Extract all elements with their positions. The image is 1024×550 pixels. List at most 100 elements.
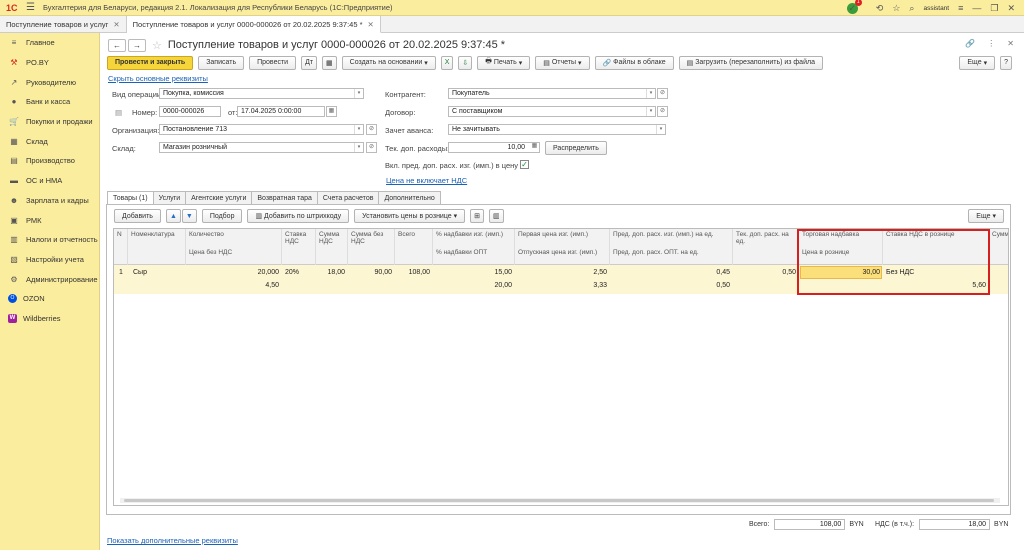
tab-services[interactable]: Услуги <box>152 191 187 204</box>
show-additional-link[interactable]: Показать дополнительные реквизиты <box>107 536 238 545</box>
chevron-down-icon[interactable]: ▾ <box>646 107 655 116</box>
org-field[interactable]: Постановление 713 ▾ <box>159 124 364 135</box>
create-based-on-button[interactable]: Создать на основании ▾ <box>341 55 436 70</box>
dt-kt-icon[interactable]: Дт <box>301 55 318 70</box>
reports-button[interactable]: ▤ Отчеты ▾ <box>535 55 590 70</box>
vat-mode-link[interactable]: Цена не включает НДС <box>386 176 467 185</box>
minimize-icon[interactable]: — <box>972 3 981 13</box>
sidebar-item-main[interactable]: ≡ Главное <box>0 33 99 53</box>
col-sum-truncated[interactable]: Сумм <box>989 229 1008 265</box>
move-up-icon[interactable]: ▲ <box>165 209 181 223</box>
cell-total[interactable]: 108,00 <box>395 267 433 279</box>
chevron-down-icon[interactable]: ▾ <box>354 125 363 134</box>
move-down-icon[interactable]: ▼ <box>181 209 197 223</box>
cell-prev-exp-opt[interactable]: 0,50 <box>610 280 733 292</box>
contract-field[interactable]: С поставщиком ▾ <box>448 106 656 117</box>
scrollbar-thumb[interactable] <box>124 499 994 502</box>
sidebar-item-poby[interactable]: ⚒ PO.BY <box>0 53 99 73</box>
sidebar-item-warehouse[interactable]: ▦ Склад <box>0 131 99 151</box>
col-total[interactable]: Всего <box>395 229 433 265</box>
contractor-field[interactable]: Покупатель ▾ <box>448 88 656 99</box>
cell-first-price[interactable]: 2,50 <box>515 267 610 279</box>
more-button[interactable]: Еще ▾ <box>959 55 996 70</box>
chevron-down-icon[interactable]: ▾ <box>656 125 665 134</box>
col-vat-rate[interactable]: Ставка НДС <box>282 229 316 265</box>
hide-requisites-link[interactable]: Скрыть основные реквизиты <box>108 74 208 83</box>
sidebar-item-rmk[interactable]: ▣ РМК <box>0 210 99 230</box>
date-field[interactable]: 17.04.2025 0:00:00 <box>237 106 325 117</box>
number-field[interactable]: 0000-000026 <box>159 106 221 117</box>
open-link-icon[interactable]: ⊘ <box>657 106 668 117</box>
cell-markup-mfr[interactable]: 15,00 <box>433 267 515 279</box>
close-tab-icon[interactable]: ✕ <box>113 20 119 29</box>
cell-qty[interactable]: 20,000 <box>186 267 282 279</box>
export-icon[interactable]: ⇩ <box>458 55 473 70</box>
add-by-barcode-button[interactable]: ▥ Добавить по штрихкоду <box>247 209 350 223</box>
open-link-icon[interactable]: ⊘ <box>366 124 377 135</box>
restore-icon[interactable]: ❐ <box>990 3 998 14</box>
favorites-icon[interactable]: ☆ <box>892 3 900 14</box>
col-release-price[interactable]: Отпускная цена изг. (имп.) <box>515 247 600 258</box>
sidebar-item-assets[interactable]: ▬ ОС и НМА <box>0 171 99 191</box>
menu-icon[interactable]: ☰ <box>26 2 35 13</box>
col-sum-no-vat[interactable]: Сумма без НДС <box>348 229 395 265</box>
cell-cur-exp[interactable]: 0,50 <box>733 267 799 279</box>
col-markup-opt[interactable]: % надбавки ОПТ <box>433 247 490 258</box>
select-button[interactable]: Подбор <box>201 209 243 223</box>
distribute-button[interactable]: Распределить <box>545 141 607 155</box>
tab-goods[interactable]: Товары (1) <box>107 191 154 204</box>
save-button[interactable]: Записать <box>198 55 245 70</box>
expenses-field[interactable]: 10,00 <box>448 142 540 153</box>
cell-item[interactable]: Сыр <box>130 267 150 279</box>
cell-prev-exp[interactable]: 0,45 <box>610 267 733 279</box>
favorite-star-icon[interactable]: ☆ <box>152 39 162 52</box>
sidebar-item-bank[interactable]: ● Банк и касса <box>0 92 99 112</box>
cloud-files-button[interactable]: 🔗 Файлы в облаке <box>594 55 674 70</box>
user-name[interactable]: assistant <box>923 5 949 12</box>
post-and-close-button[interactable]: Провести и закрыть <box>107 55 194 70</box>
barcode-icon[interactable]: ▥ <box>489 209 504 223</box>
print-button[interactable]: 🖶 Печать ▾ <box>477 55 531 70</box>
calendar-icon[interactable]: ▦ <box>326 106 337 117</box>
cell-sum-no-vat[interactable]: 90,00 <box>348 267 395 279</box>
cell-price[interactable]: 4,50 <box>186 280 282 292</box>
link-icon[interactable]: 🔗 <box>965 39 975 48</box>
structure-icon[interactable]: ▦ <box>322 55 337 70</box>
cell-markup-opt[interactable]: 20,00 <box>433 280 515 292</box>
sidebar-item-production[interactable]: ▤ Производство <box>0 151 99 171</box>
post-button[interactable]: Провести <box>249 55 297 70</box>
chevron-down-icon[interactable]: ▾ <box>354 143 363 152</box>
help-icon[interactable]: ? <box>1000 55 1012 70</box>
tab-additional[interactable]: Дополнительно <box>378 191 441 204</box>
search-icon[interactable]: ⌕ <box>909 3 914 14</box>
calculator-icon[interactable]: ▦ <box>529 142 540 153</box>
open-link-icon[interactable]: ⊘ <box>657 88 668 99</box>
col-item[interactable]: Номенклатура <box>128 229 186 265</box>
col-cur-exp[interactable]: Тек. доп. расх. на ед. <box>733 229 799 265</box>
advance-field[interactable]: Не зачитывать ▾ <box>448 124 666 135</box>
table-more-button[interactable]: Еще ▾ <box>968 209 1004 223</box>
forward-arrow-icon[interactable]: → <box>128 38 146 52</box>
cell-vat-sum[interactable]: 18,00 <box>316 267 348 279</box>
open-tab-list[interactable]: Поступление товаров и услуг ✕ <box>0 16 127 33</box>
sidebar-item-taxes[interactable]: ▥ Налоги и отчетность <box>0 230 99 250</box>
table-settings-icon[interactable]: ⊞ <box>470 209 485 223</box>
more-vert-icon[interactable]: ⋮ <box>987 39 995 48</box>
cell-release-price[interactable]: 3,33 <box>515 280 610 292</box>
sidebar-item-accounting-settings[interactable]: ▧ Настройки учета <box>0 250 99 270</box>
op-type-field[interactable]: Покупка, комиссия ▾ <box>159 88 364 99</box>
store-field[interactable]: Магазин розничный ▾ <box>159 142 364 153</box>
incl-expenses-checkbox[interactable]: ✓ <box>520 160 529 169</box>
chevron-down-icon[interactable]: ▾ <box>354 89 363 98</box>
notifications-icon[interactable]: ✓ 1 <box>846 0 867 14</box>
sidebar-item-sales[interactable]: 🛒 Покупки и продажи <box>0 112 99 132</box>
set-retail-prices-button[interactable]: Установить цены в рознице ▾ <box>354 209 466 223</box>
back-arrow-icon[interactable]: ← <box>108 38 126 52</box>
close-window-icon[interactable]: ✕ <box>1007 3 1015 14</box>
col-vat-sum[interactable]: Сумма НДС <box>316 229 348 265</box>
sidebar-item-admin[interactable]: ⚙ Администрирование <box>0 269 99 289</box>
add-row-button[interactable]: Добавить <box>114 209 161 223</box>
col-price[interactable]: Цена без НДС <box>186 247 235 258</box>
close-icon[interactable]: ✕ <box>1007 39 1014 48</box>
col-prev-exp-opt[interactable]: Пред. доп. расх. ОПТ. на ед. <box>610 247 702 258</box>
